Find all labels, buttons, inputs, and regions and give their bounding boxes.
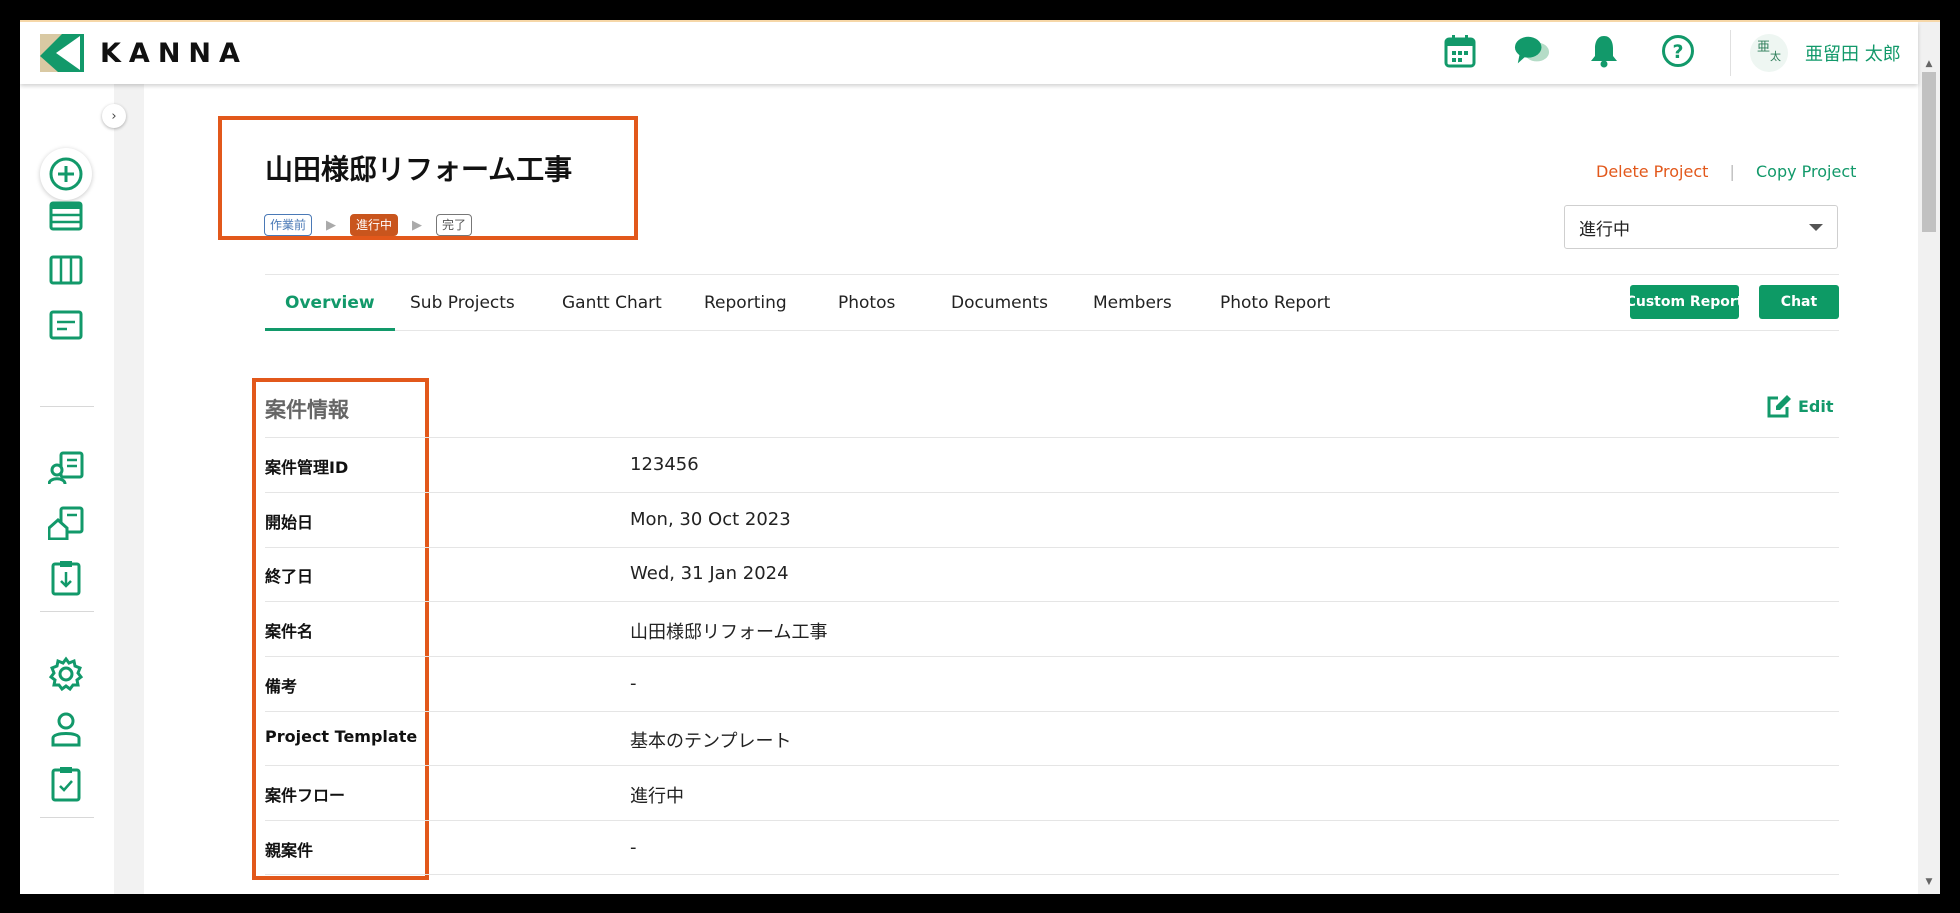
field-label-project-template: Project Template	[265, 727, 418, 746]
edit-label: Edit	[1798, 396, 1834, 416]
help-icon[interactable]: ?	[1660, 33, 1696, 69]
edit-icon	[1767, 395, 1791, 418]
tab-photo-report[interactable]: Photo Report	[1220, 275, 1330, 331]
scroll-up-icon[interactable]: ▲	[1918, 56, 1940, 72]
avatar-initial: 亜	[1756, 40, 1770, 55]
top-header: KANNA ? 亜 太 亜留田 太郎	[20, 22, 1918, 84]
tab-members[interactable]: Members	[1093, 275, 1172, 331]
row-divider	[265, 437, 1839, 438]
link-separator: |	[1729, 162, 1735, 181]
chat-bubbles-icon[interactable]	[1514, 33, 1550, 69]
logo-text: KANNA	[100, 37, 248, 69]
caret-down-icon	[1809, 223, 1823, 231]
field-value-end-date: Wed, 31 Jan 2024	[630, 563, 789, 584]
edit-button[interactable]: Edit	[1766, 394, 1834, 418]
sidebar-divider	[40, 406, 94, 407]
tab-documents[interactable]: Documents	[951, 275, 1048, 331]
tab-bar: Overview Sub Projects Gantt Chart Report…	[265, 274, 1839, 331]
section-title: 案件情報	[265, 398, 349, 422]
flow-step-done[interactable]: 完了	[436, 214, 473, 236]
sidebar-divider	[40, 817, 94, 818]
copy-project-link[interactable]: Copy Project	[1756, 162, 1856, 181]
field-label-end-date: 終了日	[265, 567, 314, 586]
vertical-scrollbar[interactable]: ▲ ▼	[1918, 22, 1940, 894]
user-name[interactable]: 亜留田 太郎	[1805, 40, 1901, 66]
clipboard-check-icon[interactable]	[48, 766, 84, 802]
bell-icon[interactable]	[1586, 33, 1622, 69]
field-label-project-flow: 案件フロー	[265, 786, 346, 805]
row-divider	[265, 601, 1839, 602]
field-label-project-name: 案件名	[265, 622, 314, 641]
row-divider	[265, 820, 1839, 821]
project-actions: Delete Project | Copy Project	[1596, 162, 1856, 181]
row-divider	[265, 547, 1839, 548]
scroll-down-icon[interactable]: ▼	[1918, 874, 1940, 890]
field-value-start-date: Mon, 30 Oct 2023	[630, 509, 791, 530]
row-divider	[265, 656, 1839, 657]
field-label-start-date: 開始日	[265, 513, 314, 532]
field-value-project-id: 123456	[630, 454, 699, 475]
status-select-value: 進行中	[1579, 219, 1630, 240]
status-select[interactable]: 進行中	[1564, 205, 1838, 249]
row-divider	[265, 874, 1839, 875]
flow-step-pre[interactable]: 作業前	[264, 214, 313, 236]
field-value-project-name: 山田様邸リフォーム工事	[630, 622, 828, 643]
tab-sub-projects[interactable]: Sub Projects	[410, 275, 515, 331]
sidebar-divider	[40, 611, 94, 612]
custom-report-button[interactable]: Custom Report	[1626, 285, 1743, 319]
user-icon[interactable]	[48, 711, 84, 747]
kanna-logo[interactable]: KANNA	[40, 34, 248, 72]
add-project-button[interactable]	[40, 148, 92, 200]
add-icon	[49, 157, 83, 191]
field-value-notes: -	[630, 673, 637, 694]
card-icon[interactable]	[48, 307, 84, 343]
avatar-initial-sub: 太	[1770, 50, 1781, 63]
project-flow: 作業前 ▶ 進行中 ▶ 完了	[264, 214, 473, 236]
tab-reporting[interactable]: Reporting	[704, 275, 787, 331]
tab-gantt-chart[interactable]: Gantt Chart	[562, 275, 662, 331]
scroll-thumb[interactable]	[1922, 72, 1936, 232]
row-divider	[265, 492, 1839, 493]
flow-arrow-icon: ▶	[326, 217, 337, 233]
field-label-notes: 備考	[265, 677, 298, 696]
field-value-project-flow: 進行中	[630, 786, 684, 807]
calendar-icon[interactable]	[1442, 33, 1478, 69]
flow-step-current[interactable]: 進行中	[350, 214, 399, 236]
tab-overview[interactable]: Overview	[265, 275, 395, 331]
chat-button[interactable]: Chat	[1759, 285, 1839, 319]
svg-text:?: ?	[1672, 41, 1683, 63]
avatar[interactable]: 亜 太	[1750, 34, 1788, 72]
tab-photos[interactable]: Photos	[838, 275, 895, 331]
app-window: KANNA ? 亜 太 亜留田 太郎 › 山田様邸リフォーム工事 作業前 ▶ 進…	[20, 20, 1940, 894]
delete-project-link[interactable]: Delete Project	[1596, 162, 1708, 181]
field-label-parent-project: 親案件	[265, 841, 314, 860]
sidebar-collapse-toggle[interactable]: ›	[102, 104, 126, 128]
row-divider	[265, 711, 1839, 712]
header-divider	[1730, 30, 1731, 76]
field-value-project-template: 基本のテンプレート	[630, 731, 792, 752]
property-icon[interactable]	[48, 505, 84, 541]
kanna-logo-mark-icon	[40, 34, 84, 72]
gear-icon[interactable]	[48, 656, 84, 692]
field-value-parent-project: -	[630, 837, 637, 858]
flow-arrow-icon: ▶	[412, 217, 423, 233]
client-icon[interactable]	[48, 450, 84, 486]
field-label-project-id: 案件管理ID	[265, 458, 349, 477]
clipboard-download-icon[interactable]	[48, 560, 84, 596]
board-icon[interactable]	[48, 252, 84, 288]
row-divider	[265, 765, 1839, 766]
list-icon[interactable]	[48, 198, 84, 234]
sidebar-gutter	[114, 84, 144, 894]
page-title: 山田様邸リフォーム工事	[265, 153, 573, 186]
